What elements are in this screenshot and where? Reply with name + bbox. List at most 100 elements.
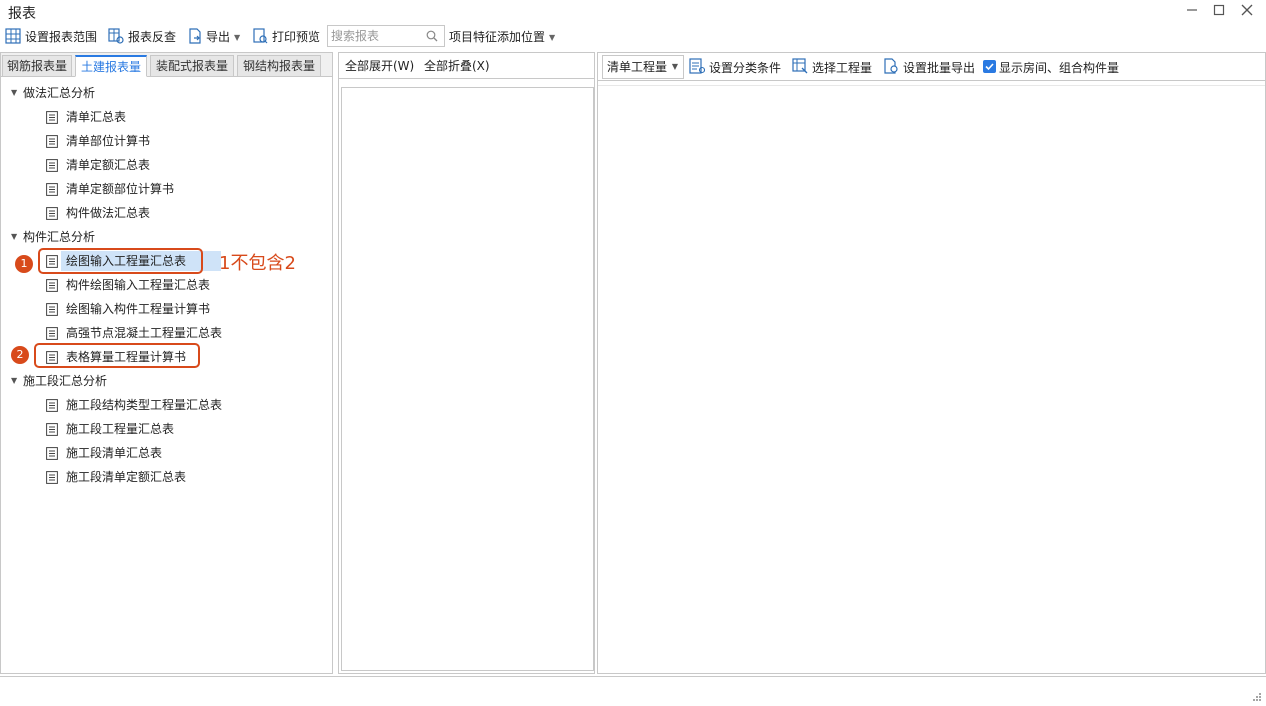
report-content-area[interactable]	[598, 85, 1265, 673]
tree-item[interactable]: 清单汇总表	[1, 105, 332, 129]
tree-item-label: 构件做法汇总表	[66, 206, 151, 220]
tree-item[interactable]: 构件绘图输入工程量汇总表	[1, 273, 332, 297]
report-doc-icon	[46, 327, 58, 340]
tree-item-label: 构件绘图输入工程量汇总表	[66, 278, 211, 292]
select-quantity-icon	[792, 58, 808, 74]
chevron-down-icon: ▼	[671, 62, 678, 71]
set-range-button[interactable]: 设置报表范围	[25, 27, 97, 47]
tree-item-label: 高强节点混凝土工程量汇总表	[66, 326, 223, 340]
expand-caret-icon: ▼	[11, 232, 18, 241]
show-rooms-label: 显示房间、组合构件量	[999, 61, 1120, 75]
title-bar: 报表	[0, 0, 1266, 24]
grid-settings-icon	[5, 28, 21, 44]
tree-item-label: 施工段结构类型工程量汇总表	[66, 398, 223, 412]
structure-tree-area[interactable]	[341, 87, 594, 671]
annotation-badge-1: 1	[15, 255, 33, 273]
tree-item[interactable]: 构件做法汇总表	[1, 201, 332, 225]
report-doc-icon	[46, 447, 58, 460]
main-toolbar: 设置报表范围 报表反查 导出 ▼ 打印预览 项目特征添加位置 ▼	[0, 24, 1266, 50]
maximize-icon	[1213, 4, 1225, 16]
tab-rebar-report[interactable]: 钢筋报表量	[2, 55, 72, 77]
tree-item-label: 施工段清单定额汇总表	[66, 470, 187, 484]
tree-item-label: 清单部位计算书	[66, 134, 151, 148]
print-preview-button[interactable]: 打印预览	[272, 27, 320, 47]
expand-all-button[interactable]: 全部展开(W)	[345, 57, 414, 75]
category-settings-icon	[689, 58, 705, 74]
report-doc-icon	[46, 159, 58, 172]
tree-item-label: 绘图输入构件工程量计算书	[66, 302, 211, 316]
expand-caret-icon: ▼	[11, 88, 18, 97]
tab-civil-report[interactable]: 土建报表量	[75, 55, 147, 77]
tree-item[interactable]: 高强节点混凝土工程量汇总表	[1, 321, 332, 345]
report-doc-icon	[46, 111, 58, 124]
reverse-check-icon	[108, 28, 124, 44]
batch-export-icon	[884, 58, 898, 74]
export-label: 导出	[206, 30, 231, 44]
batch-export-button[interactable]: 设置批量导出	[903, 59, 975, 77]
quantity-type-select[interactable]: 清单工程量 ▼	[602, 55, 684, 79]
tree-item[interactable]: 绘图输入构件工程量计算书	[1, 297, 332, 321]
report-view-panel: 清单工程量 ▼ 设置分类条件 选择工程量 设置批量导出 显示房间、组合构件量	[597, 52, 1266, 674]
tree-group-stage-summary[interactable]: ▼ 施工段汇总分析	[1, 369, 332, 393]
tree-group-label: 做法汇总分析	[23, 86, 96, 100]
report-doc-icon	[46, 279, 58, 292]
expand-caret-icon: ▼	[11, 376, 18, 385]
feature-position-dropdown[interactable]: 项目特征添加位置 ▼	[449, 27, 555, 47]
tree-item[interactable]: 施工段结构类型工程量汇总表	[1, 393, 332, 417]
tree-group-component-summary[interactable]: ▼ 构件汇总分析	[1, 225, 332, 249]
tree-group-label: 施工段汇总分析	[23, 374, 108, 388]
tree-item-label: 施工段工程量汇总表	[66, 422, 175, 436]
print-preview-icon	[253, 28, 268, 44]
reverse-check-button[interactable]: 报表反查	[128, 27, 176, 47]
set-category-button[interactable]: 设置分类条件	[709, 59, 781, 77]
feature-position-label: 项目特征添加位置	[449, 30, 546, 44]
close-icon	[1241, 4, 1253, 16]
tree-item[interactable]: 施工段工程量汇总表	[1, 417, 332, 441]
report-tabs: 钢筋报表量 土建报表量 装配式报表量 钢结构报表量	[1, 53, 332, 77]
resize-grip-icon[interactable]	[1252, 692, 1262, 702]
search-input[interactable]	[328, 26, 424, 46]
report-doc-icon	[46, 399, 58, 412]
tab-steel-report[interactable]: 钢结构报表量	[237, 55, 321, 77]
minimize-button[interactable]	[1180, 2, 1204, 22]
chevron-down-icon: ▼	[549, 32, 556, 42]
minimize-icon	[1187, 9, 1197, 11]
tree-item-label: 清单汇总表	[66, 110, 127, 124]
export-icon	[189, 28, 201, 44]
search-icon[interactable]	[426, 30, 438, 42]
close-button[interactable]	[1235, 2, 1259, 22]
tree-group-label: 构件汇总分析	[23, 230, 96, 244]
tab-prefab-report[interactable]: 装配式报表量	[150, 55, 234, 77]
structure-toolbar: 全部展开(W) 全部折叠(X)	[339, 53, 594, 79]
maximize-button[interactable]	[1207, 2, 1231, 22]
checkmark-icon	[985, 63, 994, 71]
report-doc-icon	[46, 183, 58, 196]
tree-group-method-summary[interactable]: ▼ 做法汇总分析	[1, 81, 332, 105]
annotation-box-1	[38, 248, 203, 274]
collapse-all-button[interactable]: 全部折叠(X)	[424, 57, 490, 75]
report-doc-icon	[46, 423, 58, 436]
annotation-badge-2: 2	[11, 346, 29, 364]
report-doc-icon	[46, 471, 58, 484]
tree-item-label: 清单定额汇总表	[66, 158, 151, 172]
tree-item[interactable]: 施工段清单定额汇总表	[1, 465, 332, 489]
tree-item[interactable]: 施工段清单汇总表	[1, 441, 332, 465]
tree-item[interactable]: 清单部位计算书	[1, 129, 332, 153]
tree-item-label: 施工段清单汇总表	[66, 446, 163, 460]
show-rooms-checkbox[interactable]	[983, 60, 996, 73]
quantity-type-value: 清单工程量	[607, 60, 668, 74]
annotation-box-2	[34, 343, 200, 368]
annotation-note: 1不包含2	[219, 253, 296, 274]
report-doc-icon	[46, 135, 58, 148]
export-button[interactable]: 导出 ▼	[206, 27, 240, 47]
status-bar	[0, 676, 1266, 706]
report-search	[327, 25, 445, 47]
select-quantity-button[interactable]: 选择工程量	[812, 59, 872, 77]
window-title: 报表	[8, 6, 36, 22]
report-view-toolbar: 清单工程量 ▼ 设置分类条件 选择工程量 设置批量导出 显示房间、组合构件量	[598, 53, 1265, 81]
tree-item[interactable]: 清单定额汇总表	[1, 153, 332, 177]
tree-item[interactable]: 清单定额部位计算书	[1, 177, 332, 201]
structure-panel: 全部展开(W) 全部折叠(X)	[338, 52, 595, 674]
report-doc-icon	[46, 207, 58, 220]
chevron-down-icon: ▼	[234, 32, 241, 42]
